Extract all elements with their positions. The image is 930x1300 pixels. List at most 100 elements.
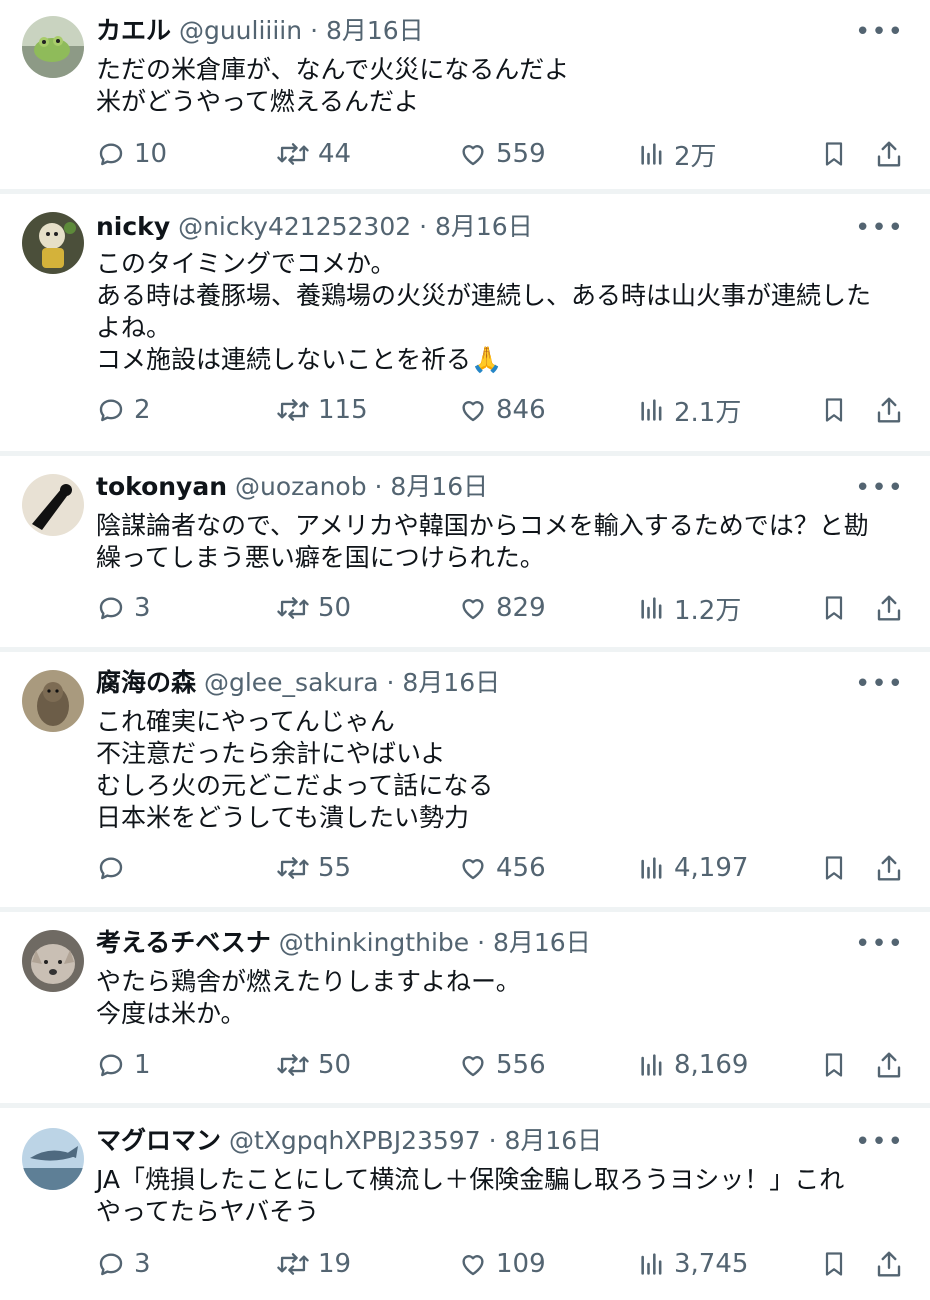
bookmark-button[interactable]	[820, 590, 848, 626]
user-handle[interactable]: @guuliiiin	[179, 16, 302, 45]
view-count: 3,745	[674, 1249, 749, 1279]
share-button[interactable]	[874, 590, 904, 626]
post-date[interactable]: · 8月16日	[489, 1126, 603, 1155]
reply-icon	[99, 1054, 123, 1077]
display-name[interactable]: カエル	[96, 16, 171, 45]
post-date[interactable]: · 8月16日	[310, 16, 424, 45]
bookmark-button[interactable]	[820, 392, 848, 428]
reply-icon	[99, 143, 123, 166]
share-icon	[877, 141, 901, 167]
share-button[interactable]	[874, 1246, 904, 1282]
more-icon[interactable]: •••	[855, 671, 904, 697]
views-button[interactable]: 3,745	[638, 1246, 748, 1282]
post-date[interactable]: · 8月16日	[419, 212, 533, 241]
repost-button[interactable]: 50	[276, 1047, 351, 1083]
reply-count: 2	[134, 395, 151, 425]
like-button[interactable]: 829	[458, 590, 546, 626]
bookmark-button[interactable]	[820, 1246, 848, 1282]
action-bar: 3 19 109 3,745	[96, 1246, 906, 1282]
views-button[interactable]: 4,197	[638, 850, 748, 886]
like-count: 846	[496, 395, 546, 425]
display-name[interactable]: 腐海の森	[96, 668, 196, 697]
post[interactable]: tokonyan @uozanob · 8月16日 ••• 陰謀論者なので、アメ…	[0, 456, 930, 652]
more-icon[interactable]: •••	[855, 1129, 904, 1155]
post-date[interactable]: · 8月16日	[375, 472, 489, 501]
post-text-line: JA「焼損したことにして横流し＋保険金騙し取ろうヨシッ！」これ	[96, 1165, 845, 1194]
display-name[interactable]: マグロマン	[96, 1126, 221, 1155]
avatar[interactable]	[22, 16, 84, 78]
repost-button[interactable]: 50	[276, 590, 351, 626]
post[interactable]: マグロマン @tXgpqhXPBJ23597 · 8月16日 ••• JA「焼損…	[0, 1108, 930, 1300]
reply-feed: カエル @guuliiiin · 8月16日 ••• ただの米倉庫が、なんで火災…	[0, 0, 930, 1300]
like-count: 559	[496, 139, 546, 169]
post-header: カエル @guuliiiin · 8月16日	[96, 16, 424, 46]
view-count: 4,197	[674, 853, 749, 883]
repost-count: 115	[318, 395, 368, 425]
display-name[interactable]: nicky	[96, 212, 170, 241]
user-handle[interactable]: @nicky421252302	[178, 212, 411, 241]
avatar[interactable]	[22, 474, 84, 536]
like-count: 829	[496, 593, 546, 623]
reply-button[interactable]: 3	[96, 590, 151, 626]
post-date[interactable]: · 8月16日	[387, 668, 501, 697]
share-button[interactable]	[874, 392, 904, 428]
post[interactable]: 腐海の森 @glee_sakura · 8月16日 ••• これ確実にやってんじ…	[0, 652, 930, 912]
post[interactable]: 考えるチベスナ @thinkingthibe · 8月16日 ••• やたら鶏舎…	[0, 912, 930, 1108]
avatar[interactable]	[22, 212, 84, 274]
bookmark-button[interactable]	[820, 1047, 848, 1083]
avatar[interactable]	[22, 930, 84, 992]
repost-button[interactable]: 115	[276, 392, 368, 428]
reply-icon	[99, 857, 123, 880]
share-button[interactable]	[874, 1047, 904, 1083]
user-handle[interactable]: @tXgpqhXPBJ23597	[229, 1126, 481, 1155]
post[interactable]: nicky @nicky421252302 · 8月16日 ••• このタイミン…	[0, 194, 930, 456]
post-text-line: やたら鶏舎が燃えたりしますよねー。	[96, 967, 521, 996]
like-button[interactable]: 846	[458, 392, 546, 428]
repost-button[interactable]: 44	[276, 136, 351, 172]
bookmark-icon	[825, 1252, 843, 1276]
reply-button[interactable]: 2	[96, 392, 151, 428]
views-button[interactable]: 2.1万	[638, 392, 741, 428]
user-handle[interactable]: @thinkingthibe	[279, 928, 469, 957]
like-button[interactable]: 456	[458, 850, 546, 886]
share-button[interactable]	[874, 850, 904, 886]
post-text-line: 不注意だったら余計にやばいよ	[96, 739, 446, 768]
more-icon[interactable]: •••	[855, 475, 904, 501]
post-text: やたら鶏舎が燃えたりしますよねー。 今度は米か。	[96, 966, 906, 1030]
more-icon[interactable]: •••	[855, 931, 904, 957]
avatar[interactable]	[22, 670, 84, 732]
repost-button[interactable]: 55	[276, 850, 351, 886]
reply-button[interactable]	[96, 850, 134, 886]
repost-icon	[277, 399, 309, 421]
like-button[interactable]: 559	[458, 136, 546, 172]
like-icon	[462, 859, 484, 880]
display-name[interactable]: 考えるチベスナ	[96, 928, 271, 957]
views-button[interactable]: 8,169	[638, 1047, 748, 1083]
post-text: ただの米倉庫が、なんで火災になるんだよ 米がどうやって燃えるんだよ	[96, 54, 906, 118]
bookmark-button[interactable]	[820, 850, 848, 886]
post-text-line: むしろ火の元どこだよって話になる	[96, 771, 494, 800]
like-button[interactable]: 109	[458, 1246, 546, 1282]
repost-button[interactable]: 19	[276, 1246, 351, 1282]
like-button[interactable]: 556	[458, 1047, 546, 1083]
like-icon	[462, 1255, 484, 1276]
user-handle[interactable]: @glee_sakura	[204, 668, 379, 697]
views-button[interactable]: 2万	[638, 136, 717, 172]
views-button[interactable]: 1.2万	[638, 590, 741, 626]
reply-count: 3	[134, 1249, 151, 1279]
views-icon	[641, 857, 662, 879]
user-handle[interactable]: @uozanob	[235, 472, 367, 501]
post[interactable]: カエル @guuliiiin · 8月16日 ••• ただの米倉庫が、なんで火災…	[0, 0, 930, 194]
reply-button[interactable]: 3	[96, 1246, 151, 1282]
bookmark-button[interactable]	[820, 136, 848, 172]
action-bar: 1 50 556 8,169	[96, 1047, 906, 1083]
more-icon[interactable]: •••	[855, 215, 904, 241]
display-name[interactable]: tokonyan	[96, 472, 227, 501]
share-button[interactable]	[874, 136, 904, 172]
avatar[interactable]	[22, 1128, 84, 1190]
reply-button[interactable]: 10	[96, 136, 167, 172]
post-date[interactable]: · 8月16日	[477, 928, 591, 957]
more-icon[interactable]: •••	[855, 19, 904, 45]
share-icon	[877, 1251, 901, 1277]
reply-button[interactable]: 1	[96, 1047, 151, 1083]
